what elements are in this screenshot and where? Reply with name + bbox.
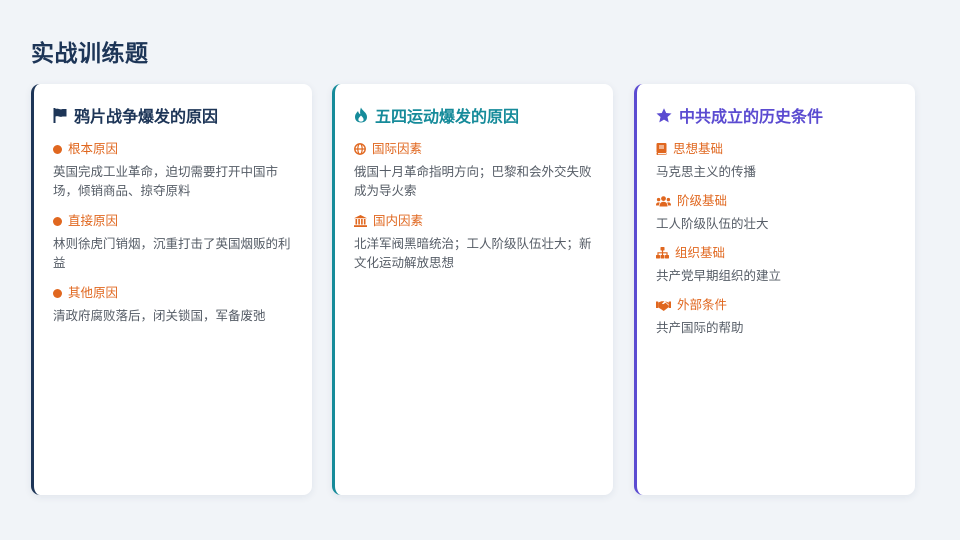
- section-text: 共产党早期组织的建立: [656, 268, 782, 283]
- section-label: 国际因素: [372, 141, 423, 156]
- bullet-dot-icon: [53, 288, 62, 298]
- section-label: 阶级基础: [677, 193, 728, 208]
- fire-icon: [355, 107, 367, 123]
- book-icon: [656, 143, 667, 155]
- page-title: 实战训练题: [31, 41, 149, 67]
- section-label: 根本原因: [68, 141, 119, 156]
- landmark-icon: [354, 215, 367, 227]
- users-icon: [656, 195, 671, 206]
- section-text: 马克思主义的传播: [656, 164, 757, 179]
- section-text: 林则徐虎门销烟，沉重打击了英国烟贩的利益: [53, 236, 291, 270]
- section-label: 国内因素: [373, 213, 424, 228]
- bullet-dot-icon: [53, 144, 62, 154]
- section-text: 工人阶级队伍的壮大: [656, 216, 769, 231]
- section-direct-cause: 直接原因 林则徐虎门销烟，沉重打击了英国烟贩的利益: [53, 212, 294, 272]
- section-text: 俄国十月革命指明方向；巴黎和会外交失败成为导火索: [354, 164, 592, 198]
- section-root-cause: 根本原因 英国完成工业革命，迫切需要打开中国市场，倾销商品、掠夺原料: [53, 140, 294, 200]
- section-other-cause: 其他原因 清政府腐败落后，闭关锁国，军备废弛: [53, 284, 294, 325]
- section-external: 外部条件 共产国际的帮助: [656, 296, 897, 337]
- card-title: 中共成立的历史条件: [679, 107, 824, 126]
- card-may-fourth: 五四运动爆发的原因 国际因素 俄国十月革命指明方向；巴黎和会外交失败成为导火索 …: [332, 84, 613, 495]
- card-title: 五四运动爆发的原因: [375, 107, 520, 126]
- bullet-dot-icon: [53, 216, 62, 226]
- section-label: 直接原因: [68, 213, 119, 228]
- section-domestic: 国内因素 北洋军阀黑暗统治；工人阶级队伍壮大；新文化运动解放思想: [354, 212, 595, 272]
- section-text: 英国完成工业革命，迫切需要打开中国市场，倾销商品、掠夺原料: [53, 164, 279, 198]
- section-text: 共产国际的帮助: [656, 320, 744, 335]
- section-label: 组织基础: [675, 245, 726, 260]
- card-opium-war: 鸦片战争爆发的原因 根本原因 英国完成工业革命，迫切需要打开中国市场，倾销商品、…: [31, 84, 312, 495]
- section-ideological: 思想基础 马克思主义的传播: [656, 140, 897, 181]
- section-organizational: 组织基础 共产党早期组织的建立: [656, 244, 897, 285]
- card-title: 鸦片战争爆发的原因: [74, 107, 219, 126]
- section-text: 北洋军阀黑暗统治；工人阶级队伍壮大；新文化运动解放思想: [354, 236, 592, 270]
- star-icon: [656, 107, 672, 122]
- section-label: 其他原因: [68, 285, 119, 300]
- card-cpc-founding: 中共成立的历史条件 思想基础 马克思主义的传播 阶级基础 工人阶级队伍的壮大 组…: [634, 84, 915, 495]
- section-text: 清政府腐败落后，闭关锁国，军备废弛: [53, 308, 266, 323]
- section-international: 国际因素 俄国十月革命指明方向；巴黎和会外交失败成为导火索: [354, 140, 595, 200]
- handshake-icon: [656, 300, 671, 311]
- flag-icon: [53, 107, 67, 123]
- globe-icon: [354, 143, 366, 155]
- sitemap-icon: [656, 247, 669, 259]
- section-label: 外部条件: [677, 297, 728, 312]
- section-label: 思想基础: [673, 141, 724, 156]
- section-class: 阶级基础 工人阶级队伍的壮大: [656, 192, 897, 233]
